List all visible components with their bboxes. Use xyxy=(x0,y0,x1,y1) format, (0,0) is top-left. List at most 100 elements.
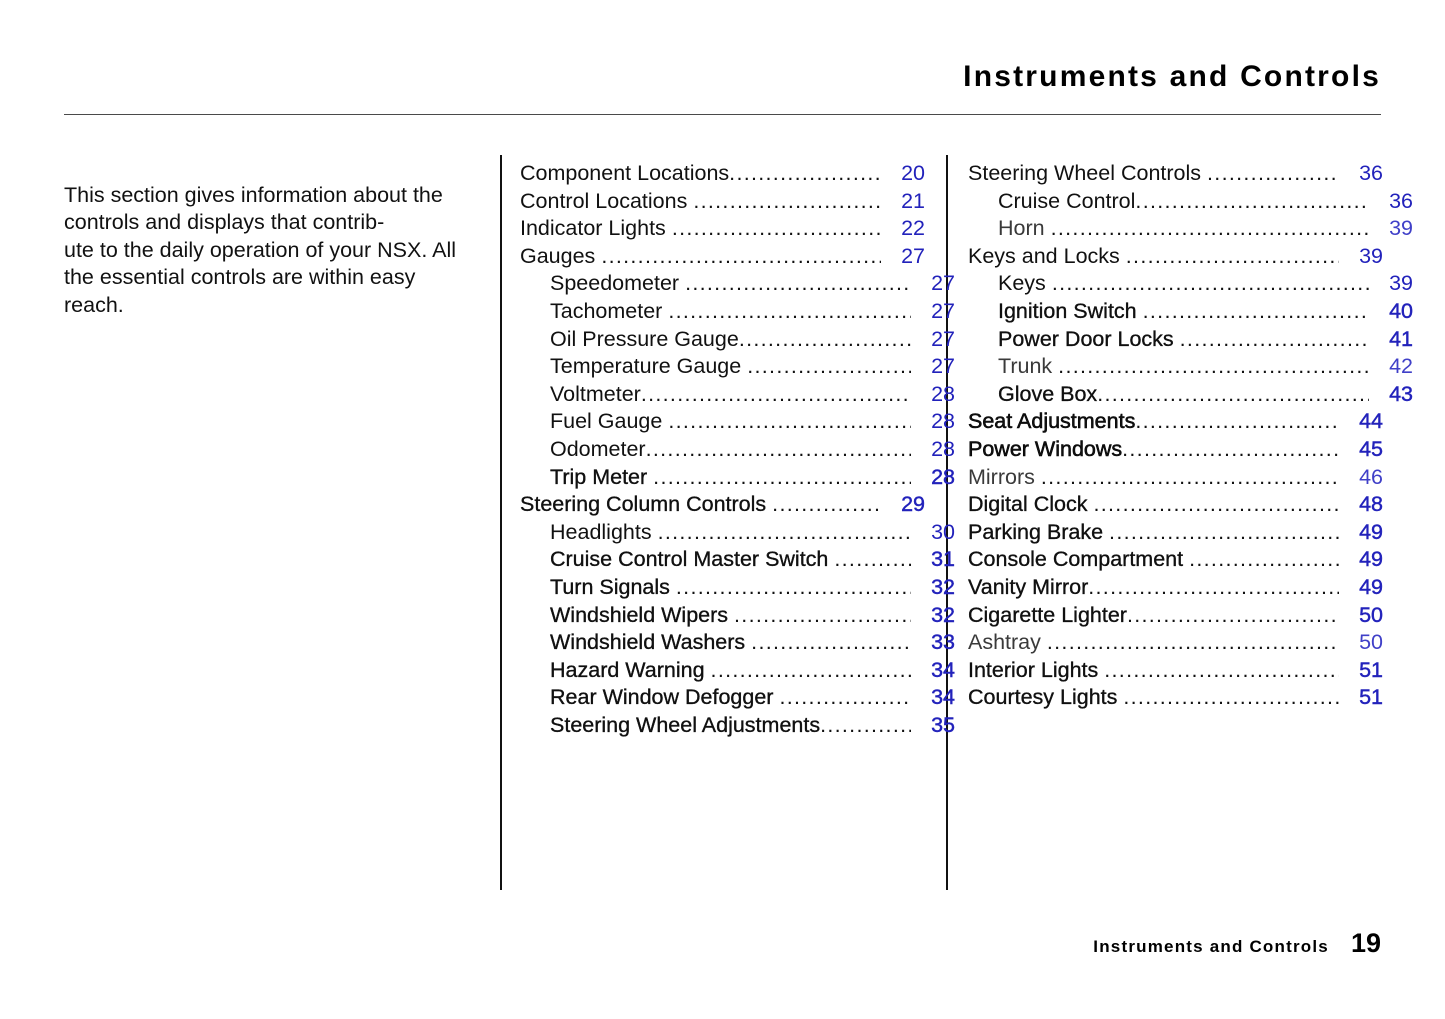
toc-entry-label: Power Windows xyxy=(968,436,1123,462)
toc-entry[interactable]: Steering Wheel Controls 36 xyxy=(968,160,1383,188)
toc-entry-page-number[interactable]: 34 xyxy=(913,684,955,712)
toc-leader-dots xyxy=(1123,684,1339,706)
toc-entry[interactable]: Hazard Warning 34 xyxy=(520,657,955,685)
intro-column: This section gives information about the… xyxy=(64,160,464,341)
toc-entry[interactable]: Mirrors 46 xyxy=(968,464,1383,492)
toc-leader-dots xyxy=(668,408,911,430)
toc-entry[interactable]: Indicator Lights 22 xyxy=(520,215,925,243)
toc-entry-page-number[interactable]: 27 xyxy=(913,298,955,326)
toc-entry[interactable]: Speedometer 27 xyxy=(520,270,955,298)
toc-entry[interactable]: Temperature Gauge 27 xyxy=(520,353,955,381)
toc-entry-page-number[interactable]: 28 xyxy=(913,436,955,464)
toc-entry-label: Glove Box xyxy=(998,381,1098,406)
toc-entry-label: Temperature Gauge xyxy=(550,354,742,379)
toc-entry-page-number[interactable]: 40 xyxy=(1371,298,1413,326)
toc-entry-page-number[interactable]: 27 xyxy=(913,270,955,298)
toc-entry-page-number[interactable]: 48 xyxy=(1341,491,1383,519)
toc-entry[interactable]: Power Windows 45 xyxy=(968,436,1384,464)
toc-entry[interactable]: Cigarette Lighter 50 xyxy=(968,602,1383,630)
toc-entry[interactable]: Gauges 27 xyxy=(520,243,925,271)
toc-entry[interactable]: Trip Meter 28 xyxy=(520,464,955,492)
toc-entry[interactable]: Ashtray 50 xyxy=(968,629,1383,657)
toc-entry-page-number[interactable]: 22 xyxy=(883,215,925,243)
toc-entry-page-number[interactable]: 45 xyxy=(1341,436,1383,464)
toc-entry[interactable]: Rear Window Defogger 34 xyxy=(520,684,955,712)
toc-leader-dots xyxy=(1122,436,1339,458)
toc-entry-page-number[interactable]: 36 xyxy=(1341,160,1383,188)
toc-entry-page-number[interactable]: 50 xyxy=(1341,629,1383,657)
toc-entry[interactable]: Component Locations 20 xyxy=(520,160,925,188)
toc-leader-dots xyxy=(820,712,911,734)
toc-entry-page-number[interactable]: 42 xyxy=(1371,353,1413,381)
toc-entry[interactable]: Glove Box 43 xyxy=(968,381,1413,409)
toc-column-second: Steering Wheel Controls 36 Cruise Control 3… xyxy=(968,160,1414,712)
toc-entry-page-number[interactable]: 46 xyxy=(1341,464,1383,492)
toc-entry[interactable]: Keys and Locks 39 xyxy=(968,243,1383,271)
toc-entry[interactable]: Windshield Wipers 32 xyxy=(520,602,955,630)
toc-entry-page-number[interactable]: 41 xyxy=(1371,326,1413,354)
toc-entry-page-number[interactable]: 36 xyxy=(1371,188,1413,216)
toc-entry-page-number[interactable]: 34 xyxy=(913,657,955,685)
toc-entry[interactable]: Tachometer 27 xyxy=(520,298,955,326)
toc-entry-page-number[interactable]: 44 xyxy=(1341,408,1383,436)
toc-entry[interactable]: Steering Wheel Adjustments 35 xyxy=(520,712,955,740)
toc-entry[interactable]: Courtesy Lights 51 xyxy=(968,684,1383,712)
toc-entry[interactable]: Cruise Control Master Switch 31 xyxy=(520,546,955,574)
toc-entry-page-number[interactable]: 39 xyxy=(1371,215,1413,243)
toc-entry-page-number[interactable]: 20 xyxy=(883,160,925,188)
toc-entry-page-number[interactable]: 43 xyxy=(1371,381,1413,409)
toc-entry[interactable]: Trunk 42 xyxy=(968,353,1413,381)
toc-entry-page-number[interactable]: 49 xyxy=(1341,546,1383,574)
toc-entry-page-number[interactable]: 51 xyxy=(1341,657,1383,685)
toc-entry-label: Hazard Warning xyxy=(550,657,705,682)
toc-entry-page-number[interactable]: 28 xyxy=(913,408,955,436)
toc-entry[interactable]: Interior Lights 51 xyxy=(968,657,1383,685)
toc-entry[interactable]: Turn Signals 32 xyxy=(520,574,955,602)
toc-leader-dots xyxy=(779,684,911,706)
toc-entry-page-number[interactable]: 29 xyxy=(883,491,925,519)
toc-leader-dots xyxy=(1104,657,1339,679)
toc-entry-page-number[interactable]: 49 xyxy=(1341,574,1383,602)
toc-entry[interactable]: Headlights 30 xyxy=(520,519,955,547)
toc-entry-page-number[interactable]: 35 xyxy=(913,712,955,740)
toc-entry[interactable]: Vanity Mirror 49 xyxy=(968,574,1383,602)
toc-entry[interactable]: Steering Column Controls 29 xyxy=(520,491,925,519)
toc-entry-page-number[interactable]: 51 xyxy=(1341,684,1383,712)
toc-entry-label: Ashtray xyxy=(968,630,1041,655)
toc-entry-page-number[interactable]: 39 xyxy=(1341,243,1383,271)
toc-entry-page-number[interactable]: 28 xyxy=(913,464,955,492)
toc-entry[interactable]: Seat Adjustments 44 xyxy=(968,408,1384,436)
toc-entry-page-number[interactable]: 30 xyxy=(913,519,955,547)
toc-entry-page-number[interactable]: 32 xyxy=(913,574,955,602)
toc-leader-dots xyxy=(711,657,911,679)
toc-entry[interactable]: Console Compartment 49 xyxy=(968,546,1383,574)
toc-entry-page-number[interactable]: 28 xyxy=(913,381,955,409)
toc-entry-page-number[interactable]: 33 xyxy=(913,629,955,657)
toc-entry-page-number[interactable]: 21 xyxy=(883,188,925,216)
toc-entry-label: Digital Clock xyxy=(968,492,1088,517)
toc-entry[interactable]: Oil Pressure Gauge 27 xyxy=(520,326,955,354)
toc-entry[interactable]: Keys 39 xyxy=(968,270,1413,298)
toc-entry-page-number[interactable]: 39 xyxy=(1371,270,1413,298)
toc-entry[interactable]: Voltmeter 28 xyxy=(520,381,955,409)
toc-entry[interactable]: Control Locations 21 xyxy=(520,188,925,216)
toc-entry[interactable]: Power Door Locks 41 xyxy=(968,326,1413,354)
toc-entry-page-number[interactable]: 50 xyxy=(1341,602,1383,630)
toc-entry-page-number[interactable]: 32 xyxy=(913,602,955,630)
toc-entry[interactable]: Fuel Gauge 28 xyxy=(520,408,955,436)
toc-entry-page-number[interactable]: 27 xyxy=(913,326,955,354)
toc-entry-page-number[interactable]: 49 xyxy=(1341,519,1383,547)
toc-entry[interactable]: Windshield Washers 33 xyxy=(520,629,955,657)
toc-entry[interactable]: Ignition Switch 40 xyxy=(968,298,1413,326)
toc-entry-page-number[interactable]: 27 xyxy=(883,243,925,271)
toc-entry[interactable]: Odometer 28 xyxy=(520,436,955,464)
toc-leader-dots xyxy=(1058,353,1369,375)
toc-entry[interactable]: Parking Brake 49 xyxy=(968,519,1383,547)
toc-entry-page-number[interactable]: 27 xyxy=(913,353,955,381)
toc-entry[interactable]: Cruise Control 36 xyxy=(968,188,1413,216)
toc-leader-dots xyxy=(834,546,911,568)
toc-entry[interactable]: Digital Clock 48 xyxy=(968,491,1383,519)
toc-entry[interactable]: Horn 39 xyxy=(968,215,1413,243)
toc-entry-page-number[interactable]: 31 xyxy=(913,546,955,574)
toc-leader-dots xyxy=(1135,408,1339,430)
